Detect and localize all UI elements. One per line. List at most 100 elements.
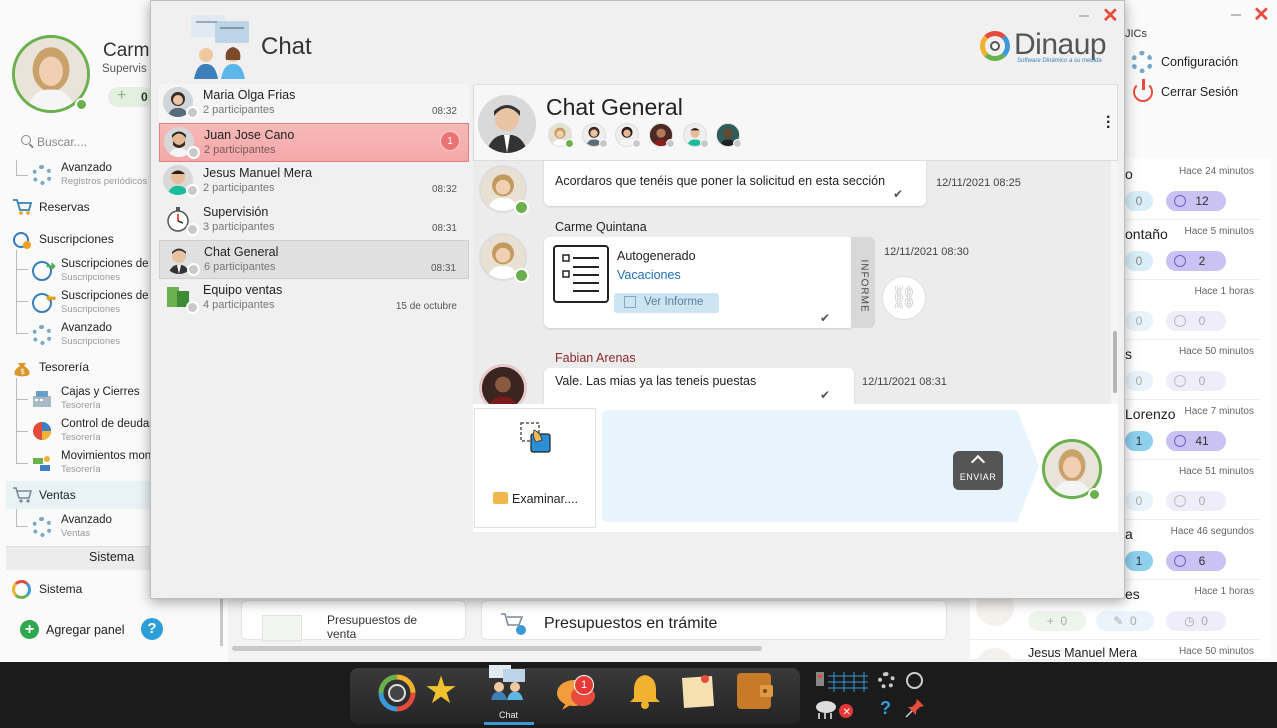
pin-icon[interactable] (905, 698, 925, 718)
report-title: Autogenerado (617, 249, 696, 263)
dinaup-logo-icon (12, 580, 31, 599)
window-close-icon[interactable]: ✕ (1253, 2, 1270, 27)
browse-label[interactable]: Examinar.... (512, 492, 578, 506)
cash-register-icon (32, 390, 52, 408)
search-box[interactable]: Buscar.... (18, 134, 148, 152)
gear-icon (32, 165, 52, 185)
clock-icon[interactable] (906, 672, 923, 689)
tree-connector (16, 302, 28, 334)
nav-reservas[interactable]: Reservas (39, 196, 90, 218)
nav-sistema[interactable]: Sistema (39, 578, 82, 600)
conversation-item-selected[interactable]: Juan Jose Cano 2 participantes 1 (159, 123, 469, 162)
status-dot-offline (632, 139, 641, 148)
status-dot-offline (186, 223, 199, 236)
favorites-star-icon[interactable]: ★ (422, 672, 460, 710)
conversation-item[interactable]: Chat General 6 participantes 08:31 (159, 240, 469, 279)
nav-avanzado-registros[interactable]: Avanzado Registros periódicos (61, 162, 147, 188)
presupuestos-tramite-card[interactable]: Presupuestos en trámite (481, 600, 947, 640)
wallet-icon[interactable] (735, 671, 773, 709)
message-author: Carme Quintana (555, 220, 647, 234)
chat-app-icon[interactable] (488, 664, 526, 700)
message-text: Vale. Las mias ya las teneis puestas (555, 374, 757, 388)
search-placeholder: Buscar.... (37, 135, 88, 149)
header-fragment: JICs (1125, 28, 1147, 40)
edit-count-pill: ✎ 0 (1096, 611, 1154, 631)
send-button[interactable]: ENVIAR (953, 451, 1003, 490)
user-card[interactable]: Jesus Manuel Mera Hace 50 minutos (970, 640, 1260, 660)
online-status-dot (1088, 488, 1101, 501)
more-options-icon[interactable]: · · · (1106, 110, 1111, 136)
power-icon-bar (1142, 79, 1145, 90)
checkmark-icon: ✔ (820, 311, 831, 325)
bell-icon[interactable] (626, 672, 664, 710)
conversation-item[interactable]: Jesus Manuel Mera 2 participantes 08:32 (159, 162, 469, 201)
dinaup-logo-center (990, 41, 1000, 51)
dinaup-app-icon[interactable] (378, 674, 416, 712)
user-avatar (976, 648, 1014, 659)
view-report-button[interactable]: Ver Informe (614, 293, 719, 313)
nav-suscripciones-de-1[interactable]: Suscripciones de Suscripciones (61, 258, 149, 284)
status-grid-icon[interactable] (816, 672, 868, 692)
notification-badge: 1 (574, 675, 594, 695)
horizontal-scrollbar[interactable] (232, 646, 762, 651)
nav-movimientos[interactable]: Movimientos mon Tesorería (61, 450, 151, 476)
nav-suscripciones[interactable]: Suscripciones (39, 228, 114, 250)
online-status-dot (565, 139, 574, 148)
counter-value: 0 (141, 90, 148, 104)
window-minimize-button[interactable] (1079, 15, 1089, 17)
attachment-box[interactable]: Examinar.... (474, 408, 596, 528)
help-icon[interactable]: ? (880, 698, 891, 719)
conversation-item[interactable]: Equipo ventas 4 participantes 15 de octu… (159, 279, 469, 318)
nav-avanzado-suscripciones[interactable]: Avanzado Suscripciones (61, 322, 120, 348)
cloud-error-icon[interactable]: ✕ (814, 697, 854, 721)
report-side-label: INFORME (858, 259, 870, 313)
user-name: Carm (103, 40, 150, 61)
message-text: Acordaros que tenéis que poner la solici… (555, 174, 886, 188)
report-link[interactable]: Vacaciones (617, 268, 681, 282)
nav-ventas[interactable]: Ventas (39, 484, 76, 506)
conversation-item[interactable]: Maria Olga Frias 2 participantes 08:32 (159, 84, 469, 123)
conversation-item[interactable]: Supervisión 3 participantes 08:31 (159, 201, 469, 240)
settings-gear-icon[interactable] (878, 672, 895, 689)
presupuestos-venta-card[interactable]: Presupuestos de venta (241, 600, 466, 641)
send-label: ENVIAR (959, 472, 997, 482)
nav-tesoreria[interactable]: Tesorería (39, 356, 89, 378)
add-panel-button[interactable]: + Agregar panel (20, 619, 135, 641)
count-pill-left: 0 (1125, 491, 1153, 511)
plus-icon: + (117, 87, 127, 104)
status-dot-offline (186, 106, 199, 119)
message-scrollbar-thumb[interactable] (1113, 331, 1117, 393)
status-dot-offline (700, 139, 709, 148)
subscription-remove-icon: ⬅ (32, 291, 56, 313)
clock-icon (1174, 435, 1186, 447)
count-pill-left: 0 (1125, 191, 1153, 211)
window-close-icon[interactable]: ✕ (1102, 3, 1119, 28)
link-icon[interactable]: ⛓ (882, 276, 926, 320)
view-report-label: Ver Informe (644, 296, 704, 308)
nav-avanzado-ventas[interactable]: Avanzado Ventas (61, 514, 112, 540)
status-dot-offline (187, 146, 200, 159)
chat-logo-icon (189, 13, 251, 79)
tree-connector (16, 400, 28, 432)
nav-suscripciones-de-2[interactable]: Suscripciones de Suscripciones (61, 290, 149, 316)
logout-link[interactable]: Cerrar Sesión (1161, 85, 1238, 99)
cart-icon (12, 198, 33, 216)
folder-icon (493, 492, 508, 504)
plus-circle-icon: + (20, 620, 39, 639)
nav-cajas-cierres[interactable]: Cajas y Cierres Tesorería (61, 386, 140, 412)
brand-name: Dinaup (1014, 28, 1107, 61)
tree-connector (16, 432, 28, 464)
config-link[interactable]: Configuración (1161, 55, 1238, 69)
add-panel-label: Agregar panel (46, 623, 125, 637)
clock-icon (1174, 195, 1186, 207)
status-dot-offline (186, 301, 199, 314)
status-dot-offline (187, 263, 200, 276)
help-icon[interactable]: ? (141, 618, 163, 640)
counter-pill[interactable]: + 0 (108, 87, 153, 107)
online-status-dot (514, 200, 529, 215)
sticky-note-icon[interactable] (679, 672, 717, 710)
panel-splitter[interactable] (220, 598, 223, 646)
window-minimize-button[interactable] (1231, 14, 1241, 16)
money-movement-icon (32, 453, 52, 473)
nav-control-deudas[interactable]: Control de deudas Tesorería (61, 418, 155, 444)
